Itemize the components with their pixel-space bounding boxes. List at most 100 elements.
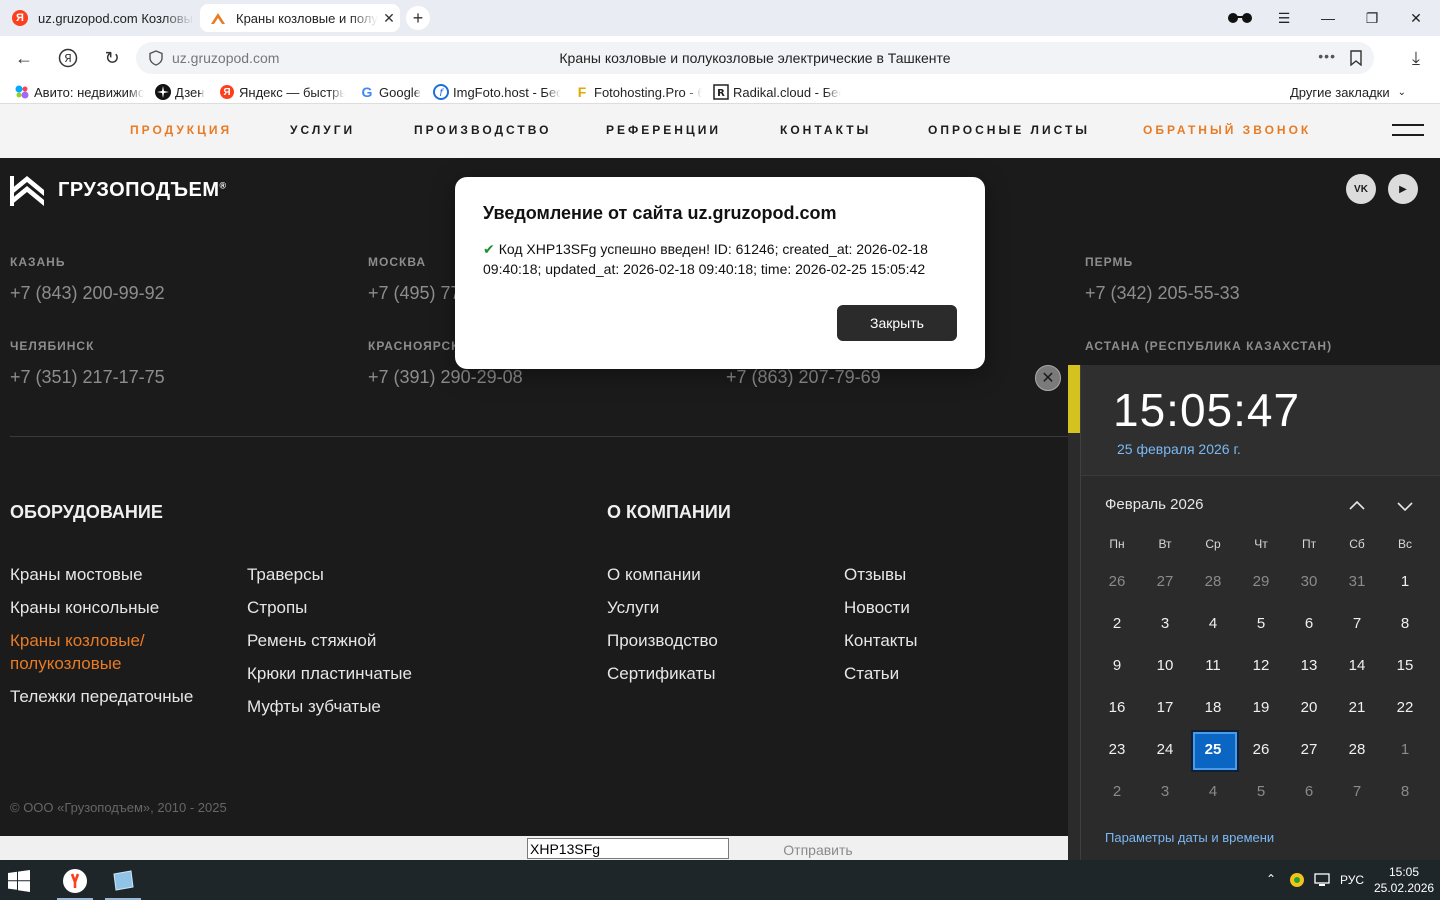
notification-close-icon[interactable]: ✕: [1035, 365, 1061, 391]
bookmark-fotohosting[interactable]: F Fotohosting.Pro - бесплатный: [574, 83, 702, 101]
hamburger-menu-icon[interactable]: [1392, 124, 1424, 138]
more-options-icon[interactable]: •••: [1318, 48, 1336, 64]
other-bookmarks[interactable]: Другие закладки ⌄: [1290, 83, 1420, 101]
footer-link[interactable]: Контакты: [844, 629, 917, 652]
nav-production[interactable]: ПРОИЗВОДСТВО: [414, 123, 551, 137]
calendar-day[interactable]: 22: [1381, 686, 1429, 728]
taskbar-yandex-browser[interactable]: [55, 862, 95, 900]
calendar-month-label[interactable]: Февраль 2026: [1105, 496, 1204, 513]
calendar-day[interactable]: 2: [1093, 602, 1141, 644]
calendar-day[interactable]: 21: [1333, 686, 1381, 728]
calendar-day[interactable]: 13: [1285, 644, 1333, 686]
bookmark-icon[interactable]: [1348, 50, 1364, 66]
calendar-day[interactable]: 12: [1237, 644, 1285, 686]
footer-link[interactable]: Отзывы: [844, 563, 906, 586]
url-field[interactable]: uz.gruzopod.com Краны козловые и полукоз…: [136, 42, 1374, 74]
calendar-day[interactable]: 4: [1189, 770, 1237, 812]
window-close-icon[interactable]: ✕: [1402, 6, 1430, 30]
footer-link[interactable]: Краны мостовые: [10, 563, 143, 586]
tab-close-icon[interactable]: ✕: [378, 10, 400, 27]
bookmark-avito[interactable]: Авито: недвижимость: [14, 83, 144, 101]
calendar-day[interactable]: 5: [1237, 770, 1285, 812]
restore-icon[interactable]: ❐: [1358, 6, 1386, 30]
calendar-day[interactable]: 28: [1333, 728, 1381, 770]
calendar-day[interactable]: 9: [1093, 644, 1141, 686]
downloads-icon[interactable]: ⤓: [1404, 46, 1428, 70]
calendar-day[interactable]: 29: [1237, 560, 1285, 602]
calendar-day[interactable]: 31: [1333, 560, 1381, 602]
tab-gruzopod-inactive[interactable]: Я uz.gruzopod.com Козловые: [8, 4, 194, 32]
calendar-day[interactable]: 23: [1093, 728, 1141, 770]
calendar-day[interactable]: 2: [1093, 770, 1141, 812]
footer-link-active[interactable]: Краны козловые/ полукозловые: [10, 629, 180, 675]
footer-link[interactable]: Краны консольные: [10, 596, 159, 619]
calendar-day[interactable]: 15: [1381, 644, 1429, 686]
calendar-day[interactable]: 8: [1381, 770, 1429, 812]
date-time-settings-link[interactable]: Параметры даты и времени: [1105, 830, 1274, 845]
calendar-day[interactable]: 18: [1189, 686, 1237, 728]
input-language[interactable]: РУС: [1340, 873, 1364, 887]
new-tab-button[interactable]: +: [406, 6, 430, 30]
calendar-day[interactable]: 11: [1189, 644, 1237, 686]
calendar-day[interactable]: 8: [1381, 602, 1429, 644]
taskbar-clock[interactable]: 15:05 25.02.2026: [1374, 864, 1434, 896]
company-logo[interactable]: ГРУЗОПОДЪЕМ®: [10, 174, 227, 206]
windows-start-icon[interactable]: [8, 870, 30, 892]
office-phone[interactable]: +7 (843) 200-99-92: [10, 283, 165, 304]
calendar-day[interactable]: 20: [1285, 686, 1333, 728]
office-phone[interactable]: +7 (391) 290-29-08: [368, 367, 523, 388]
back-arrow-icon[interactable]: ←: [12, 46, 36, 70]
minimize-icon[interactable]: —: [1314, 6, 1342, 30]
dialog-close-button[interactable]: Закрыть: [837, 305, 957, 341]
footer-link[interactable]: Ремень стяжной: [247, 629, 376, 652]
calendar-day[interactable]: 28: [1189, 560, 1237, 602]
calendar-day-today[interactable]: 25: [1189, 728, 1239, 772]
bookmark-yandex[interactable]: Я Яндекс — быстрый: [219, 83, 345, 101]
footer-link[interactable]: Новости: [844, 596, 910, 619]
footer-link[interactable]: Траверсы: [247, 563, 324, 586]
calendar-day[interactable]: 3: [1141, 602, 1189, 644]
footer-link[interactable]: Муфты зубчатые: [247, 695, 381, 718]
footer-link[interactable]: Тележки передаточные: [10, 685, 193, 708]
calendar-day[interactable]: 17: [1141, 686, 1189, 728]
bookmark-imgfoto[interactable]: f ImgFoto.host - Бесплатный: [433, 83, 561, 101]
office-phone[interactable]: +7 (351) 217-17-75: [10, 367, 165, 388]
nav-callback[interactable]: ОБРАТНЫЙ ЗВОНОК: [1143, 123, 1311, 137]
menu-icon[interactable]: ☰: [1270, 6, 1298, 30]
calendar-day[interactable]: 16: [1093, 686, 1141, 728]
calendar-day[interactable]: 1: [1381, 728, 1429, 770]
code-input[interactable]: [527, 838, 729, 859]
calendar-day[interactable]: 19: [1237, 686, 1285, 728]
office-phone[interactable]: +7 (342) 205-55-33: [1085, 283, 1240, 304]
calendar-day[interactable]: 27: [1285, 728, 1333, 770]
reload-icon[interactable]: ↻: [100, 46, 124, 70]
calendar-day[interactable]: 4: [1189, 602, 1237, 644]
footer-link[interactable]: Статьи: [844, 662, 899, 685]
submit-button[interactable]: Отправить: [760, 841, 876, 859]
nav-products[interactable]: ПРОДУКЦИЯ: [130, 123, 232, 137]
chevron-up-icon[interactable]: [1345, 494, 1369, 518]
bookmark-dzen[interactable]: Дзен: [155, 83, 210, 101]
yandex-home-icon[interactable]: Я: [56, 46, 80, 70]
calendar-day[interactable]: 24: [1141, 728, 1189, 770]
footer-link[interactable]: Сертификаты: [607, 662, 715, 685]
footer-link[interactable]: Крюки пластинчатые: [247, 662, 412, 685]
calendar-day[interactable]: 27: [1141, 560, 1189, 602]
tab-gruzopod-active[interactable]: Краны козловые и полукозловые ✕: [200, 4, 400, 32]
calendar-day[interactable]: 26: [1237, 728, 1285, 770]
calendar-day[interactable]: 6: [1285, 602, 1333, 644]
footer-link[interactable]: Производство: [607, 629, 718, 652]
calendar-day[interactable]: 7: [1333, 770, 1381, 812]
vk-icon[interactable]: VK: [1346, 174, 1376, 204]
calendar-day[interactable]: 30: [1285, 560, 1333, 602]
nav-services[interactable]: УСЛУГИ: [290, 123, 355, 137]
footer-link[interactable]: Услуги: [607, 596, 659, 619]
office-phone[interactable]: +7 (495) 77: [368, 283, 461, 304]
youtube-icon[interactable]: ▶: [1388, 174, 1418, 204]
footer-link[interactable]: Стропы: [247, 596, 307, 619]
taskbar-app-window[interactable]: [103, 862, 143, 900]
bookmark-google[interactable]: G Google: [359, 83, 425, 101]
network-icon[interactable]: [1313, 872, 1331, 888]
calendar-day[interactable]: 14: [1333, 644, 1381, 686]
chevron-down-icon[interactable]: [1393, 494, 1417, 518]
